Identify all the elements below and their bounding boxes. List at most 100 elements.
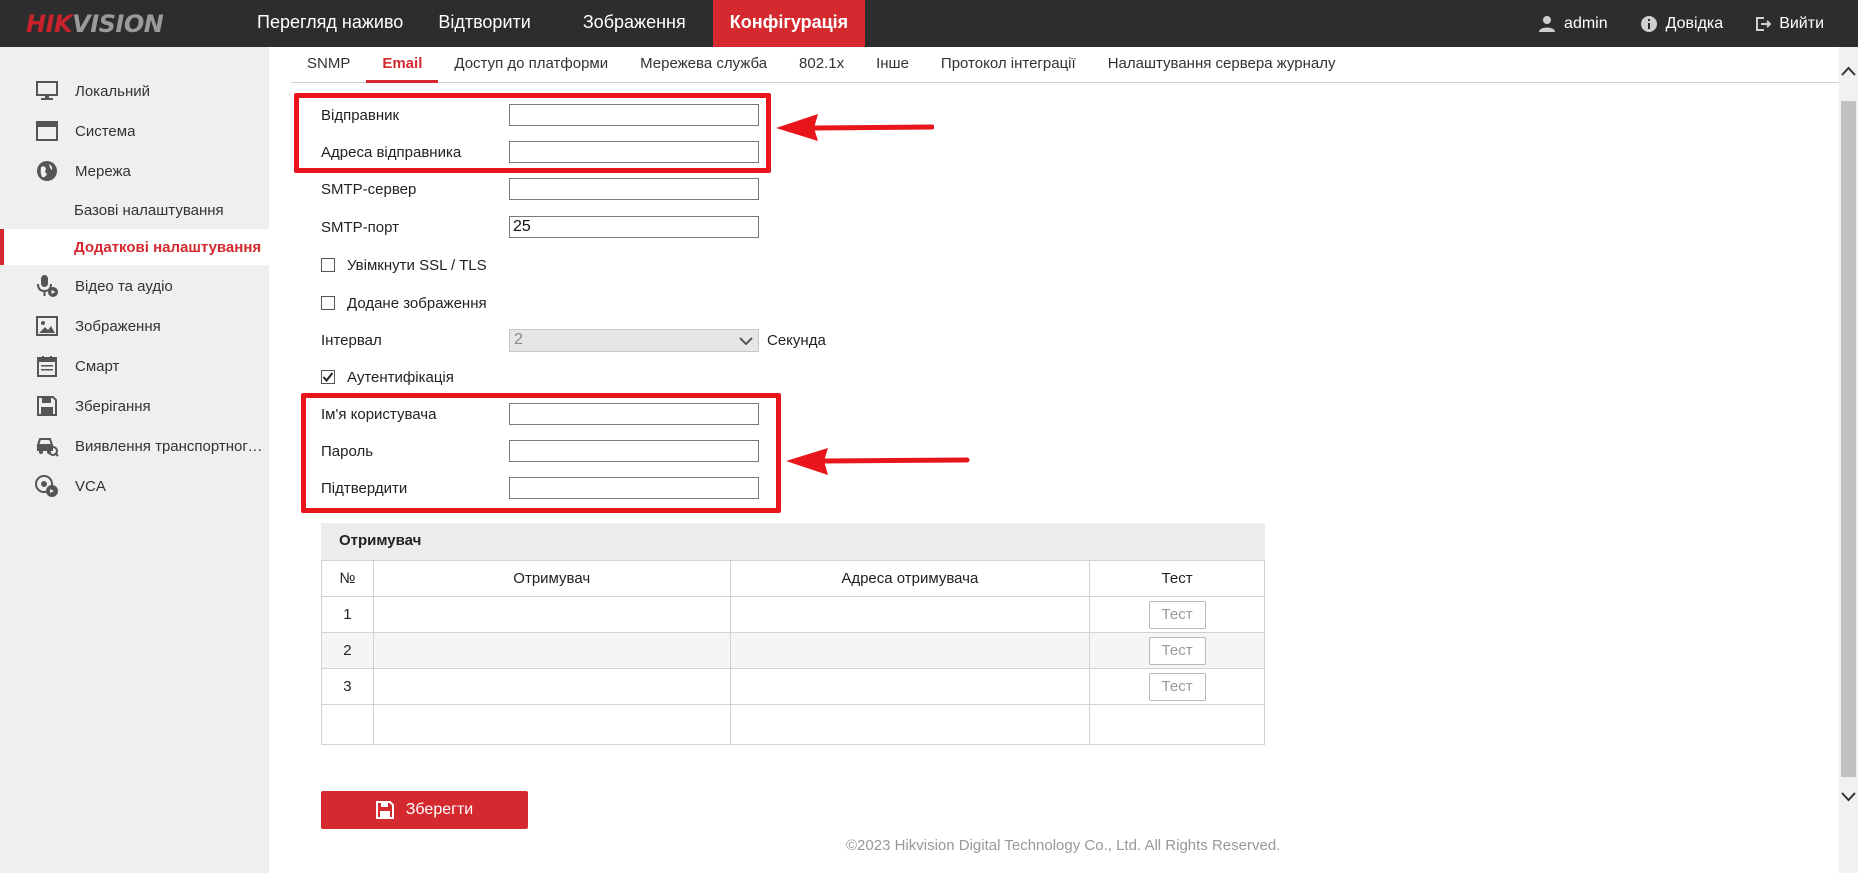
sidebar-sub-advanced-settings[interactable]: Додаткові налаштування [0, 229, 269, 265]
table-row: 3 Тест [321, 668, 1265, 705]
recipient-name-cell[interactable] [372, 632, 731, 669]
sidebar: Локальний Система Мережа Базові налаштув… [0, 47, 269, 873]
chevron-down-icon [739, 336, 753, 345]
system-icon [34, 118, 60, 144]
save-button[interactable]: Зберегти [321, 791, 528, 829]
test-button[interactable]: Тест [1148, 636, 1206, 665]
smtp-port-label: SMTP-порт [321, 218, 400, 236]
globe-icon [34, 158, 60, 184]
tab-8021x[interactable]: 802.1x [783, 47, 860, 83]
tab-network-service[interactable]: Мережева служба [624, 47, 783, 83]
sidebar-item-vehicle-detection[interactable]: Виявлення транспортного засобу [0, 428, 269, 464]
annotation-arrow-credentials [786, 448, 970, 475]
recipient-section-title: Отримувач [321, 523, 1265, 560]
user-menu[interactable]: admin [1538, 15, 1608, 33]
copyright-footer: ©2023 Hikvision Digital Technology Co., … [846, 837, 1281, 854]
auth-checkbox[interactable] [321, 370, 335, 384]
user-nav: admin Довідка Вийти [1506, 0, 1824, 47]
config-tabs: SNMP Email Доступ до платформи Мережева … [291, 47, 1841, 83]
smtp-port-input[interactable] [509, 216, 759, 238]
test-cell: Тест [1089, 668, 1265, 705]
attach-image-row: Додане зображення [321, 291, 487, 315]
sidebar-item-label: Мережа [75, 162, 131, 180]
sidebar-item-network[interactable]: Мережа [0, 153, 269, 189]
scroll-up-icon[interactable] [1841, 65, 1856, 77]
interval-select[interactable]: 2 [509, 328, 759, 352]
ssl-row: Увімкнути SSL / TLS [321, 253, 487, 277]
recipient-address-cell[interactable] [729, 668, 1091, 705]
nav-live-view[interactable]: Перегляд наживо [240, 0, 420, 47]
tab-platform-access[interactable]: Доступ до платформи [438, 47, 624, 83]
tab-other[interactable]: Інше [860, 47, 925, 83]
smtp-port-row: SMTP-порт [321, 215, 759, 239]
annotation-box-credentials [301, 393, 781, 513]
row-no: 3 [321, 668, 374, 705]
nav-configuration[interactable]: Конфігурація [712, 0, 866, 47]
storage-icon [34, 393, 60, 419]
sidebar-item-label: Смарт [75, 357, 120, 375]
col-header-recipient: Отримувач [372, 560, 731, 597]
test-cell: Тест [1089, 632, 1265, 669]
tab-log-server[interactable]: Налаштування сервера журналу [1092, 47, 1352, 83]
sidebar-item-image[interactable]: Зображення [0, 308, 269, 344]
test-cell: Тест [1089, 596, 1265, 633]
save-label: Зберегти [405, 801, 474, 818]
logout-link[interactable]: Вийти [1755, 15, 1824, 33]
sidebar-item-storage[interactable]: Зберігання [0, 388, 269, 424]
tab-email[interactable]: Email [366, 47, 439, 83]
recipient-table: № Отримувач Адреса отримувача Тест 1 Тес… [321, 560, 1265, 745]
table-header-row: № Отримувач Адреса отримувача Тест [321, 560, 1265, 597]
main-content: SNMP Email Доступ до платформи Мережева … [269, 47, 1841, 873]
smtp-server-label: SMTP-сервер [321, 180, 417, 198]
table-row: 1 Тест [321, 596, 1265, 633]
tab-integration-protocol[interactable]: Протокол інтеграції [925, 47, 1092, 83]
sidebar-item-label: VCA [75, 477, 106, 495]
sidebar-item-label: Локальний [75, 82, 151, 100]
row-no: 2 [321, 632, 374, 669]
sidebar-sub-basic-settings[interactable]: Базові налаштування [0, 192, 269, 228]
calendar-icon [34, 353, 60, 379]
recipient-name-cell[interactable] [372, 596, 731, 633]
help-link[interactable]: Довідка [1640, 15, 1723, 33]
nav-picture[interactable]: Зображення [566, 0, 703, 47]
tab-snmp[interactable]: SNMP [291, 47, 366, 83]
test-button[interactable]: Тест [1148, 600, 1206, 629]
row-no: 1 [321, 596, 374, 633]
sidebar-item-label: Система [75, 122, 136, 140]
mic-icon [34, 273, 60, 299]
recipient-name-cell[interactable] [372, 668, 731, 705]
sidebar-item-vca[interactable]: VCA [0, 468, 269, 504]
scroll-down-icon[interactable] [1841, 791, 1856, 803]
recipient-address-cell[interactable] [729, 596, 1091, 633]
save-icon [375, 801, 394, 819]
nav-playback[interactable]: Відтворити [421, 0, 548, 47]
sidebar-item-system[interactable]: Система [0, 113, 269, 149]
interval-row: Інтервал 2 Секунда [321, 328, 826, 352]
scrollbar[interactable] [1839, 47, 1858, 873]
auth-label: Аутентифікація [347, 368, 454, 386]
annotation-arrow-sender [776, 114, 934, 141]
interval-value: 2 [514, 331, 523, 348]
scrollbar-thumb[interactable] [1841, 101, 1856, 777]
interval-unit: Секунда [767, 331, 826, 349]
image-icon [34, 313, 60, 339]
recipient-address-cell[interactable] [729, 632, 1091, 669]
user-icon [1539, 15, 1556, 32]
logout-icon [1756, 16, 1772, 31]
info-icon [1640, 15, 1657, 32]
sidebar-item-smart[interactable]: Смарт [0, 348, 269, 384]
sidebar-item-label: Виявлення транспортного засобу [75, 437, 265, 455]
smtp-server-input[interactable] [509, 178, 759, 200]
top-bar: HIKVISION Перегляд наживо Відтворити Зоб… [0, 0, 1858, 47]
username-label: admin [1564, 14, 1608, 32]
attach-image-checkbox[interactable] [321, 296, 335, 310]
col-header-address: Адреса отримувача [729, 560, 1091, 597]
sidebar-item-local[interactable]: Локальний [0, 73, 269, 109]
table-row-empty [321, 704, 1265, 745]
check-icon [322, 372, 334, 383]
hikvision-logo: HIKVISION [26, 10, 164, 38]
sidebar-item-video-audio[interactable]: Відео та аудіо [0, 268, 269, 304]
ssl-checkbox[interactable] [321, 258, 335, 272]
test-button[interactable]: Тест [1148, 672, 1206, 701]
main-nav: Перегляд наживо Відтворити Зображення Ко… [240, 0, 866, 47]
